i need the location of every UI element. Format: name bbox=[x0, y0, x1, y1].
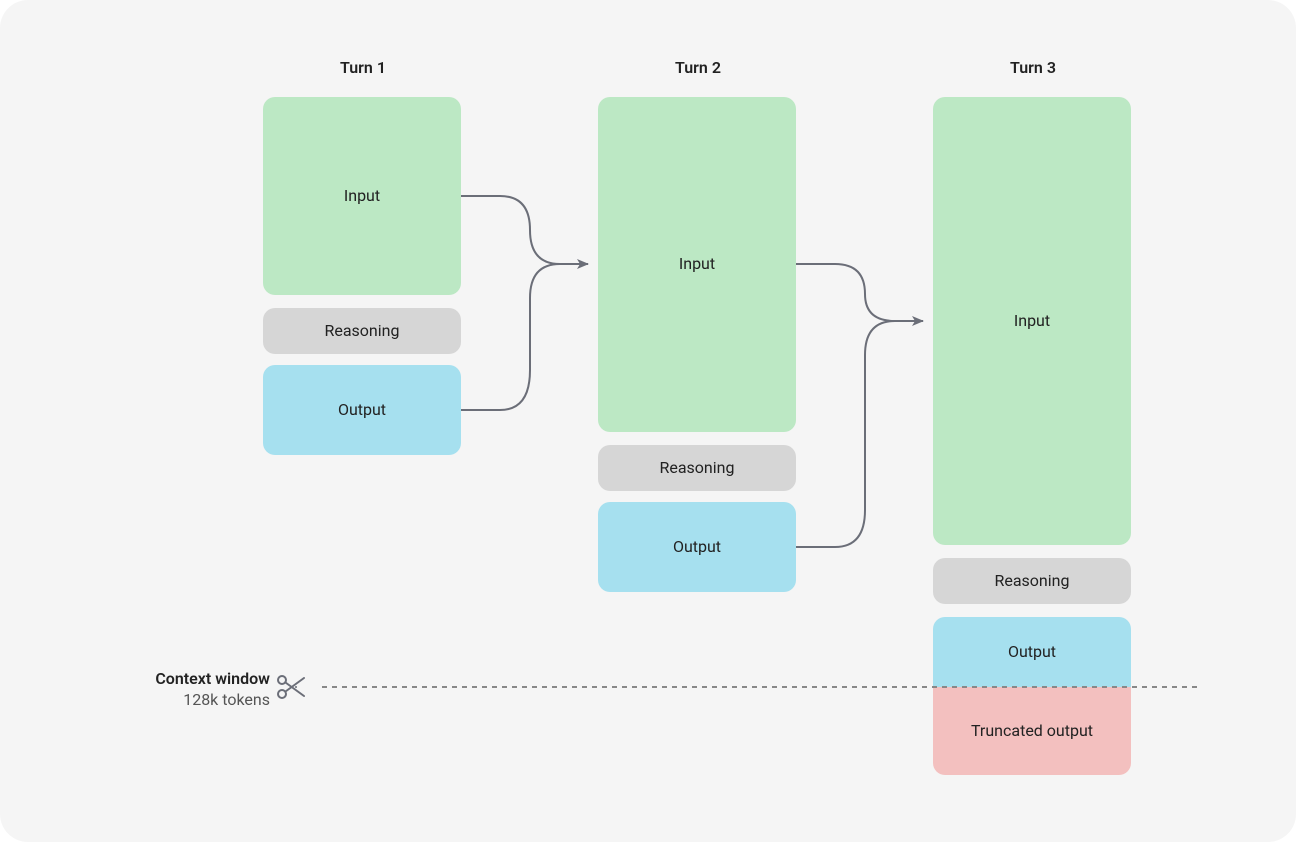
turn2-input-box: Input bbox=[598, 97, 796, 432]
turn1-reasoning-box: Reasoning bbox=[263, 308, 461, 354]
turn1-output-box: Output bbox=[263, 365, 461, 455]
turn2-reasoning-label: Reasoning bbox=[660, 458, 735, 479]
turn1-input-label: Input bbox=[344, 186, 380, 207]
turn3-header: Turn 3 bbox=[933, 58, 1133, 77]
turn2-header: Turn 2 bbox=[598, 58, 798, 77]
turn3-truncated-label: Truncated output bbox=[971, 721, 1093, 742]
turn3-input-box: Input bbox=[933, 97, 1131, 545]
context-window-subtitle: 128k tokens bbox=[155, 690, 270, 709]
turn2-output-label: Output bbox=[673, 537, 721, 558]
turn3-reasoning-box: Reasoning bbox=[933, 558, 1131, 604]
turn2-input-label: Input bbox=[679, 254, 715, 275]
turn3-input-label: Input bbox=[1014, 311, 1050, 332]
turn3-output-box: Output bbox=[933, 617, 1131, 687]
turn3-output-label: Output bbox=[1008, 642, 1056, 663]
turn1-reasoning-label: Reasoning bbox=[325, 321, 400, 342]
context-window-label: Context window 128k tokens bbox=[155, 669, 270, 709]
turn2-reasoning-box: Reasoning bbox=[598, 445, 796, 491]
context-window-title: Context window bbox=[155, 669, 270, 688]
turn1-output-label: Output bbox=[338, 400, 386, 421]
turn1-input-box: Input bbox=[263, 97, 461, 295]
turn3-reasoning-label: Reasoning bbox=[995, 571, 1070, 592]
turn3-truncated-box: Truncated output bbox=[933, 687, 1131, 775]
turn2-output-box: Output bbox=[598, 502, 796, 592]
turn1-header: Turn 1 bbox=[263, 58, 463, 77]
